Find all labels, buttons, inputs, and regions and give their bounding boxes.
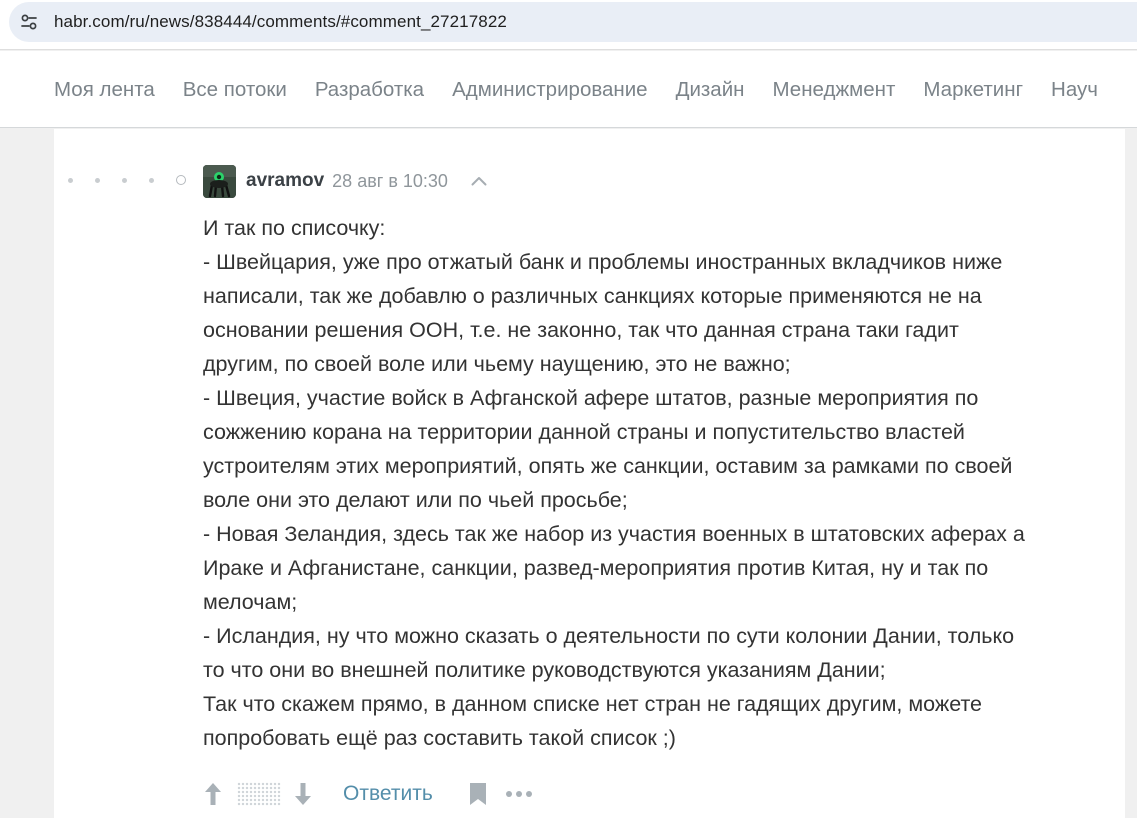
comment-line: то что они во внешней политике руководст… <box>203 658 886 682</box>
comment-line: попробовать ещё раз составить такой спис… <box>203 726 676 750</box>
reply-button[interactable]: Ответить <box>343 782 433 806</box>
browser-toolbar: habr.com/ru/news/838444/comments/#commen… <box>0 0 1137 50</box>
nav-item[interactable]: Науч <box>1051 78 1098 102</box>
more-horizontal-icon[interactable] <box>505 790 533 798</box>
thread-dot <box>122 178 127 183</box>
bookmark-icon[interactable] <box>469 782 487 806</box>
comment-meta: avramov 28 авг в 10:30 <box>203 164 488 198</box>
comment-line: - Швеция, участие войск в Афганской афер… <box>203 386 979 410</box>
comment-line: мелочам; <box>203 590 298 614</box>
nav-item[interactable]: Маркетинг <box>923 78 1023 102</box>
url-text[interactable]: habr.com/ru/news/838444/comments/#commen… <box>54 12 507 32</box>
user-avatar[interactable] <box>203 164 236 198</box>
comment-line: воле они это делают или по чьей просьбе; <box>203 488 628 512</box>
comment-line: основании решения ООН, т.е. не законно, … <box>203 318 959 342</box>
nav-item[interactable]: Моя лента <box>54 78 155 102</box>
main-nav: Моя лента Все потоки Разработка Администрир… <box>0 51 1137 128</box>
thread-dot <box>149 178 154 183</box>
thread-dot <box>68 178 73 183</box>
comment-text: И так по списочку: - Швейцария, уже про о… <box>203 211 1108 755</box>
comment-line: - Новая Зеландия, здесь так же набор из … <box>203 522 1025 546</box>
score-hidden <box>237 782 281 806</box>
comment-line: устроителям этих мероприятий, опять же с… <box>203 454 1013 478</box>
nav-item[interactable]: Все потоки <box>183 78 287 102</box>
arrow-up-icon[interactable] <box>203 781 223 807</box>
nav-item[interactable]: Дизайн <box>676 78 745 102</box>
comment-card: avramov 28 авг в 10:30 И так по списочку… <box>54 129 1125 818</box>
nav-item[interactable]: Разработка <box>315 78 424 102</box>
comment-line: И так по списочку: <box>203 216 386 240</box>
nav-item[interactable]: Менеджмент <box>773 78 896 102</box>
thread-current-marker[interactable] <box>176 175 186 185</box>
chevron-up-icon[interactable] <box>470 172 488 190</box>
comment-actions: Ответить <box>203 777 533 811</box>
arrow-down-icon[interactable] <box>293 781 313 807</box>
address-bar[interactable]: habr.com/ru/news/838444/comments/#commen… <box>9 2 1137 42</box>
nav-item[interactable]: Администрирование <box>452 78 647 102</box>
comment-line: написали, так же добавлю о различных сан… <box>203 284 982 308</box>
comment-line: - Швейцария, уже про отжатый банк и проб… <box>203 250 1003 274</box>
comment-line: другим, по своей воле или чьему наущению… <box>203 352 791 376</box>
thread-dot <box>95 178 100 183</box>
username-link[interactable]: avramov <box>246 170 324 192</box>
tune-icon[interactable] <box>15 8 43 36</box>
comment-timestamp[interactable]: 28 авг в 10:30 <box>332 171 448 192</box>
comment-line: Ираке и Афганистане, санкции, развед-мер… <box>203 556 989 580</box>
comment-line: - Исландия, ну что можно сказать о деяте… <box>203 624 1015 648</box>
nav-list: Моя лента Все потоки Разработка Администрир… <box>54 51 1126 127</box>
comment-line: Так что скажем прямо, в данном списке не… <box>203 692 983 716</box>
comment-line: сожжению корана на территории данной стр… <box>203 420 965 444</box>
